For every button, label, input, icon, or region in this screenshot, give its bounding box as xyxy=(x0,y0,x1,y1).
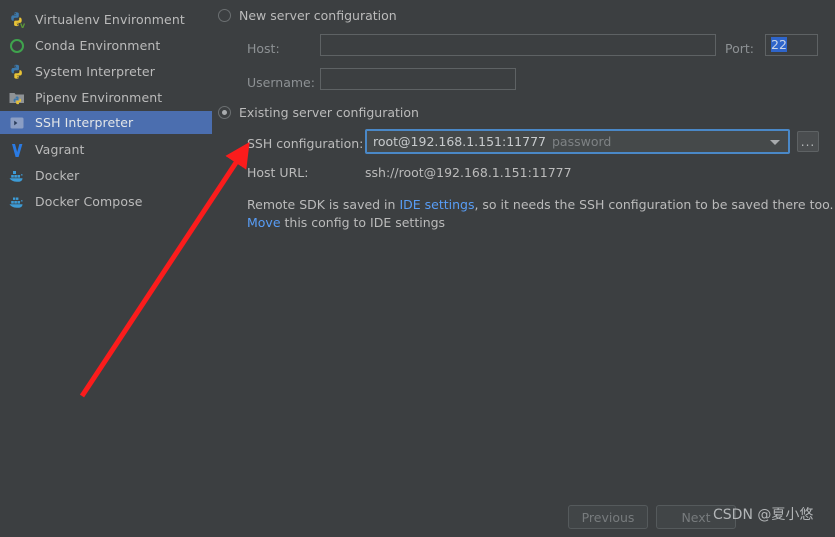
sidebar-item-conda-environment[interactable]: Conda Environment xyxy=(0,34,212,57)
ssh-terminal-icon xyxy=(8,114,26,132)
port-input[interactable]: 22 xyxy=(765,34,818,56)
ssh-configuration-value: root@192.168.1.151:11777 xyxy=(373,134,546,149)
sidebar-item-ssh-interpreter[interactable]: SSH Interpreter xyxy=(0,111,212,134)
note-text-before-link: Remote SDK is saved in xyxy=(247,197,400,212)
host-input[interactable] xyxy=(320,34,716,56)
sidebar-item-docker-compose[interactable]: Docker Compose xyxy=(0,190,212,213)
ssh-configuration-auth-type: password xyxy=(552,134,612,149)
sidebar-item-label: Conda Environment xyxy=(35,38,161,53)
python-v-icon: v xyxy=(8,11,26,30)
sidebar-item-system-interpreter[interactable]: System Interpreter xyxy=(0,60,212,83)
sidebar-item-virtualenv-environment[interactable]: v Virtualenv Environment xyxy=(0,8,212,31)
pipenv-folder-icon xyxy=(8,89,26,107)
next-button-label: Next xyxy=(681,509,711,525)
host-label: Host: xyxy=(247,41,280,56)
move-config-link[interactable]: Move xyxy=(247,215,281,230)
sidebar-item-pipenv-environment[interactable]: Pipenv Environment xyxy=(0,86,212,109)
python-icon xyxy=(8,63,26,81)
previous-button-label: Previous xyxy=(581,509,635,525)
csdn-watermark: CSDN @夏小悠 xyxy=(713,507,814,523)
ellipsis-icon: ... xyxy=(800,134,816,149)
existing-server-configuration-radio[interactable]: Existing server configuration xyxy=(218,105,419,120)
new-server-configuration-radio[interactable]: New server configuration xyxy=(218,8,397,23)
svg-text:v: v xyxy=(20,21,26,29)
sidebar-item-label: Docker Compose xyxy=(35,194,143,209)
port-input-value: 22 xyxy=(771,37,787,52)
new-server-configuration-label: New server configuration xyxy=(239,8,397,23)
host-url-label: Host URL: xyxy=(247,165,309,180)
sidebar-item-label: Vagrant xyxy=(35,142,85,157)
sidebar-item-vagrant[interactable]: Vagrant xyxy=(0,138,212,161)
host-url-value: ssh://root@192.168.1.151:11777 xyxy=(365,165,572,180)
sidebar-item-label: SSH Interpreter xyxy=(35,115,134,130)
ide-settings-link[interactable]: IDE settings xyxy=(399,197,474,212)
sidebar-item-label: System Interpreter xyxy=(35,64,155,79)
sidebar-item-label: Pipenv Environment xyxy=(35,90,163,105)
ssh-configuration-browse-button[interactable]: ... xyxy=(797,131,819,152)
chevron-down-icon[interactable] xyxy=(770,139,780,145)
ssh-configuration-combobox[interactable]: root@192.168.1.151:11777 password xyxy=(365,129,790,154)
docker-whale-icon xyxy=(8,167,26,185)
sidebar-item-label: Docker xyxy=(35,168,80,183)
remote-sdk-note-line-1: Remote SDK is saved in IDE settings, so … xyxy=(247,197,834,212)
note-text-after-link: , so it needs the SSH configuration to b… xyxy=(474,197,834,212)
username-label: Username: xyxy=(247,75,315,90)
port-label: Port: xyxy=(725,41,754,56)
sidebar-item-label: Virtualenv Environment xyxy=(35,12,185,27)
radio-indicator xyxy=(218,9,231,22)
move-config-rest: this config to IDE settings xyxy=(280,215,446,230)
previous-button[interactable]: Previous xyxy=(568,505,648,529)
remote-sdk-note-line-2: Move this config to IDE settings xyxy=(247,215,445,230)
docker-compose-icon xyxy=(8,193,26,211)
radio-indicator xyxy=(218,106,231,119)
ssh-configuration-label: SSH configuration: xyxy=(247,136,364,151)
sidebar-item-docker[interactable]: Docker xyxy=(0,164,212,187)
vagrant-v-icon xyxy=(8,141,26,159)
ssh-interpreter-config-panel: New server configuration Host: Port: 22 … xyxy=(212,0,835,537)
existing-server-configuration-label: Existing server configuration xyxy=(239,105,419,120)
username-input[interactable] xyxy=(320,68,516,90)
conda-ring-icon xyxy=(8,37,26,55)
interpreter-type-sidebar: v Virtualenv Environment Conda Environme… xyxy=(0,0,212,537)
